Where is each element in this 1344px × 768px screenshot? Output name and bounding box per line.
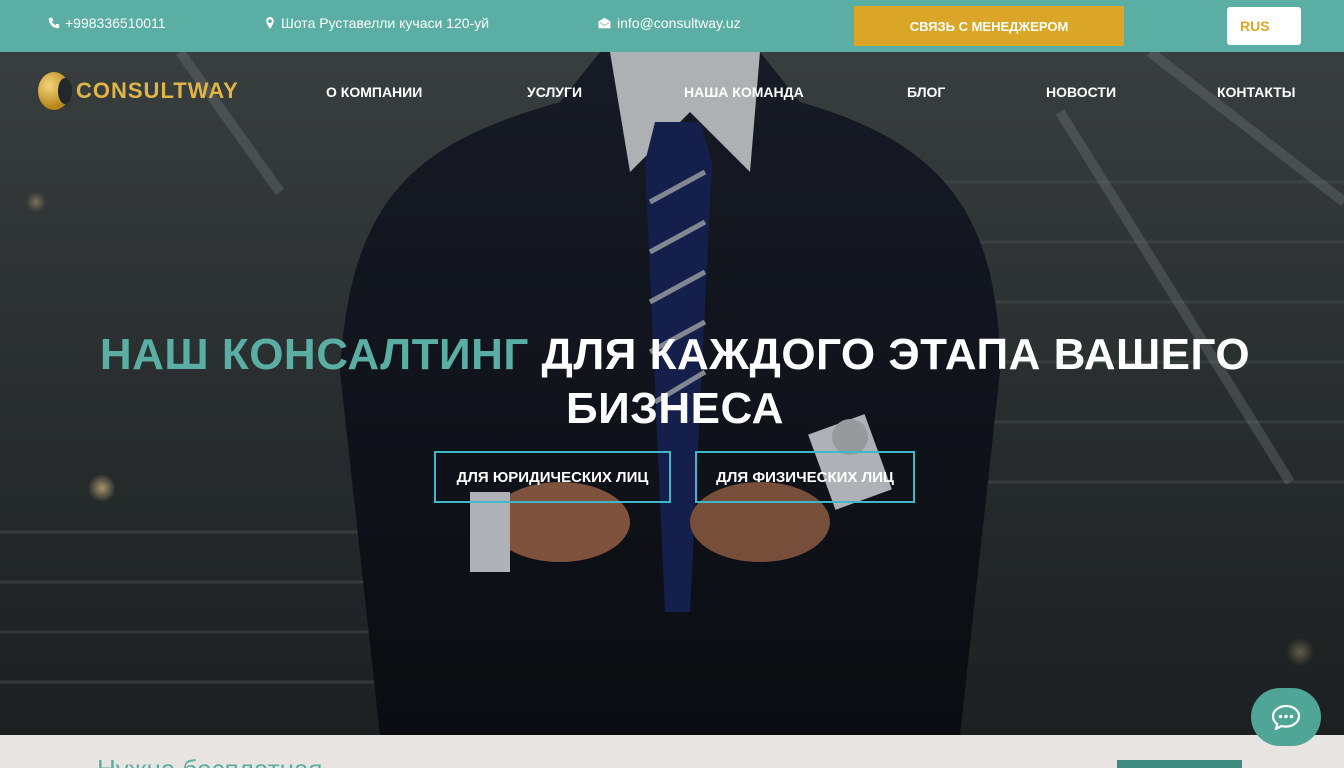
chat-widget-button[interactable] (1251, 688, 1321, 746)
nav-team[interactable]: НАША КОМАНДА (684, 84, 804, 100)
phone-icon (48, 17, 60, 29)
section-title: Нужна бесплатная (97, 754, 323, 768)
top-bar: +998336510011 Шота Руставелли кучаси 120… (0, 0, 1344, 52)
consultation-section: Нужна бесплатная (0, 735, 1344, 768)
nav-services[interactable]: УСЛУГИ (527, 84, 582, 100)
nav-news[interactable]: НОВОСТИ (1046, 84, 1116, 100)
email-contact[interactable]: info@consultway.uz (597, 15, 741, 31)
headline-text: ДЛЯ КАЖДОГО ЭТАПА ВАШЕГО БИЗНЕСА (541, 330, 1251, 433)
address-contact: Шота Руставелли кучаси 120-уй (264, 15, 489, 31)
phone-contact[interactable]: +998336510011 (48, 15, 166, 31)
consultation-button[interactable] (1117, 760, 1242, 768)
nav-contacts[interactable]: КОНТАКТЫ (1217, 84, 1295, 100)
chat-bubble-icon (1271, 704, 1301, 730)
individuals-button[interactable]: ДЛЯ ФИЗИЧЕСКИХ ЛИЦ (695, 451, 915, 503)
logo-text: CONSULTWAY (76, 78, 239, 103)
envelope-icon (598, 17, 611, 29)
logo-icon (38, 72, 72, 110)
legal-entities-button[interactable]: ДЛЯ ЮРИДИЧЕСКИХ ЛИЦ (434, 451, 671, 503)
headline-accent: НАШ КОНСАЛТИНГ (99, 330, 529, 379)
site-logo[interactable]: CONSULTWAY (38, 72, 239, 110)
phone-number: +998336510011 (65, 15, 166, 31)
contact-manager-button[interactable]: СВЯЗЬ С МЕНЕДЖЕРОМ (854, 6, 1124, 46)
hero-section: CONSULTWAY О КОМПАНИИ УСЛУГИ НАША КОМАНД… (0, 52, 1344, 735)
address-text: Шота Руставелли кучаси 120-уй (281, 15, 490, 31)
language-selector[interactable]: RUS (1227, 7, 1301, 45)
map-pin-icon (266, 17, 274, 29)
email-address: info@consultway.uz (617, 15, 741, 31)
nav-blog[interactable]: БЛОГ (907, 84, 945, 100)
nav-about[interactable]: О КОМПАНИИ (326, 84, 422, 100)
hero-headline: НАШ КОНСАЛТИНГ ДЛЯ КАЖДОГО ЭТАПА ВАШЕГО … (60, 328, 1290, 436)
